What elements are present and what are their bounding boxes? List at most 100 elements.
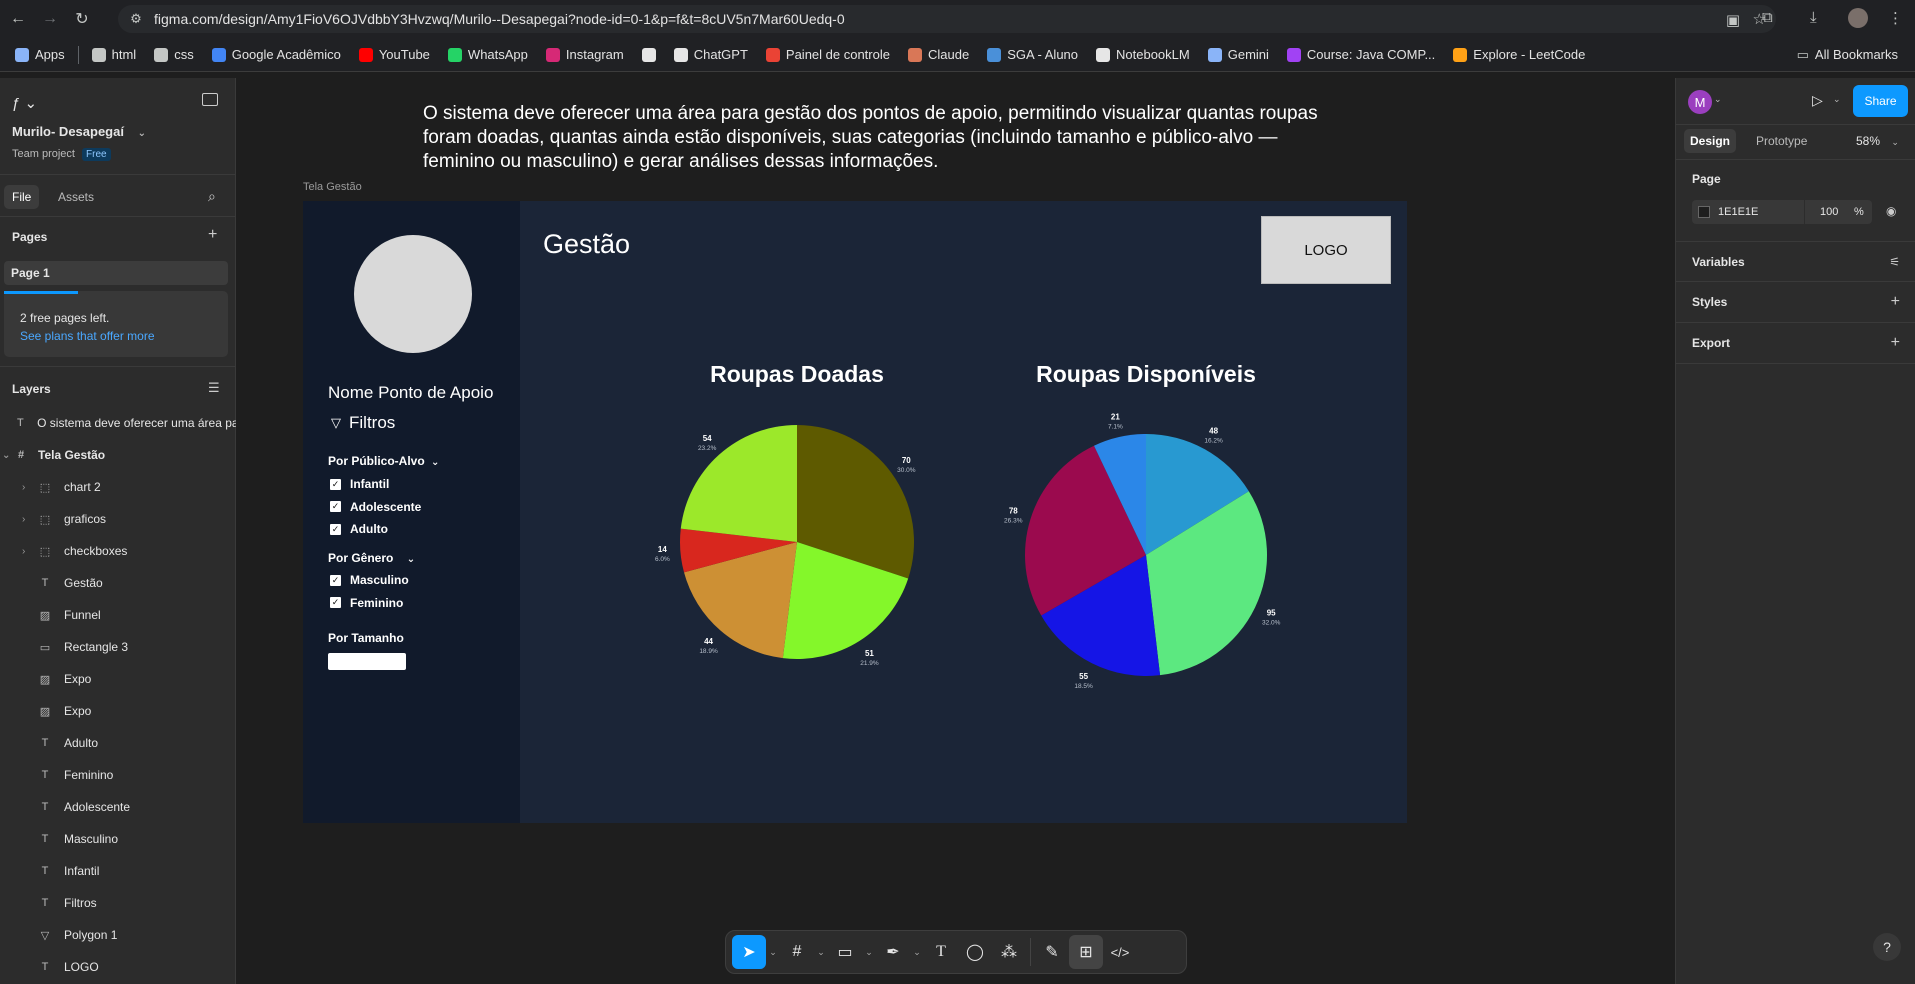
layer-item[interactable]: T Masculino xyxy=(0,823,236,855)
page-color-field[interactable]: 1E1E1E 100 % xyxy=(1692,200,1872,224)
layer-item[interactable]: T Filtros xyxy=(0,887,236,919)
site-settings-icon[interactable]: ⚙ xyxy=(124,11,148,27)
design-mode-icon[interactable]: ⊞ xyxy=(1069,935,1103,969)
back-icon[interactable]: ← xyxy=(4,5,32,33)
layer-item[interactable]: ⌄ # Tela Gestão xyxy=(0,439,236,471)
figma-canvas[interactable]: O sistema deve oferecer uma área para ge… xyxy=(237,78,1675,984)
bookmark-item[interactable]: SGA - Aluno xyxy=(978,47,1087,62)
bookmark-item[interactable]: YouTube xyxy=(350,47,439,62)
bookmark-item[interactable]: WhatsApp xyxy=(439,47,537,62)
add-style-icon[interactable]: + xyxy=(1891,293,1900,311)
profile-avatar[interactable] xyxy=(1848,8,1868,28)
reload-icon[interactable]: ↻ xyxy=(68,5,96,33)
chevron-down-icon[interactable]: ⌄ xyxy=(1833,94,1841,105)
variables-section[interactable]: Variables ⚟ xyxy=(1676,241,1915,282)
bookmark-item[interactable]: css xyxy=(145,47,203,62)
chevron-down-icon[interactable]: ⌄ xyxy=(862,935,876,969)
chevron-down-icon[interactable]: ⌄ xyxy=(814,935,828,969)
layer-item[interactable]: T Feminino xyxy=(0,759,236,791)
tab-file[interactable]: File xyxy=(4,185,40,209)
layer-item[interactable]: › ⬚ graficos xyxy=(0,503,236,535)
chevron-down-icon[interactable]: ⌄ xyxy=(910,935,924,969)
bookmark-item[interactable]: Apps xyxy=(6,47,74,62)
zoom-select[interactable]: 58% ⌄ xyxy=(1856,134,1899,148)
bookmark-item[interactable]: Explore - LeetCode xyxy=(1444,47,1594,62)
chevron-icon[interactable]: › xyxy=(22,514,36,525)
tab-design[interactable]: Design xyxy=(1684,129,1737,153)
draw-mode-icon[interactable]: ✎ xyxy=(1035,935,1069,969)
bookmark-item[interactable]: ChatGPT xyxy=(665,47,757,62)
bookmark-item[interactable]: Claude xyxy=(899,47,978,62)
dev-mode-icon[interactable]: </> xyxy=(1103,935,1137,969)
layer-item[interactable]: T Adolescente xyxy=(0,791,236,823)
pen-tool-icon[interactable]: ✒ xyxy=(876,935,910,969)
chevron-icon[interactable]: ⌄ xyxy=(2,450,12,461)
layer-item[interactable]: ▨ Funnel xyxy=(0,599,236,631)
address-bar[interactable]: ⚙ figma.com/design/Amy1FioV6OJVdbbY3Hvzw… xyxy=(118,5,1776,33)
folder-icon xyxy=(91,47,106,62)
play-icon[interactable]: ▷ xyxy=(1812,92,1823,109)
add-page-icon[interactable]: + xyxy=(208,226,217,244)
figma-menu-icon[interactable]: ƒ ⌄ xyxy=(12,94,37,112)
text-tool-icon[interactable]: T xyxy=(924,935,958,969)
sidebar-toggle-icon[interactable] xyxy=(202,93,218,106)
search-icon[interactable]: ⌕ xyxy=(208,188,216,205)
layer-item[interactable]: T Infantil xyxy=(0,855,236,887)
chevron-down-icon[interactable]: ⌄ xyxy=(766,935,780,969)
forward-icon[interactable]: → xyxy=(36,5,64,33)
frame-label[interactable]: Tela Gestão xyxy=(303,181,362,193)
chevron-icon[interactable]: › xyxy=(22,482,36,493)
bookmark-item[interactable]: Painel de controle xyxy=(757,47,899,62)
see-plans-link[interactable]: See plans that offer more xyxy=(20,329,155,343)
comment-tool-icon[interactable]: ◯ xyxy=(958,935,992,969)
extensions-icon[interactable]: ⧉ xyxy=(1762,9,1773,26)
frame-tool-icon[interactable]: # xyxy=(780,935,814,969)
layer-item[interactable]: ▨ Expo xyxy=(0,663,236,695)
slice-value-label: 70 xyxy=(902,456,911,465)
rectangle-tool-icon[interactable]: ▭ xyxy=(828,935,862,969)
install-icon[interactable]: ▣ xyxy=(1726,11,1740,29)
layers-list-icon[interactable]: ☰ xyxy=(208,380,220,396)
chevron-down-icon[interactable]: ⌄ xyxy=(1714,94,1722,105)
layer-item[interactable]: ▨ Expo xyxy=(0,695,236,727)
layer-item[interactable]: T O sistema deve oferecer uma área par xyxy=(0,407,236,439)
actions-tool-icon[interactable]: ⁂ xyxy=(992,935,1026,969)
export-section[interactable]: Export + xyxy=(1676,323,1915,364)
description-text[interactable]: O sistema deve oferecer uma área para ge… xyxy=(423,102,1323,174)
bookmark-item[interactable]: Gemini xyxy=(1199,47,1278,62)
layer-item[interactable]: › ⬚ checkboxes xyxy=(0,535,236,567)
move-tool-icon[interactable]: ➤ xyxy=(732,935,766,969)
layer-name: Masculino xyxy=(64,832,119,846)
layer-item[interactable]: ▽ Polygon 1 xyxy=(0,919,236,951)
tab-assets[interactable]: Assets xyxy=(50,185,102,209)
layer-item[interactable]: ▭ Rectangle 3 xyxy=(0,631,236,663)
user-avatar[interactable]: M xyxy=(1688,90,1712,114)
help-button[interactable]: ? xyxy=(1873,933,1901,961)
bookmark-item[interactable] xyxy=(633,47,665,62)
bookmark-item[interactable]: NotebookLM xyxy=(1087,47,1199,62)
eye-icon[interactable]: ◉ xyxy=(1886,204,1896,218)
all-bookmarks[interactable]: ▭ All Bookmarks xyxy=(1788,47,1907,63)
color-swatch[interactable] xyxy=(1698,206,1710,218)
styles-section[interactable]: Styles + xyxy=(1676,282,1915,323)
project-name[interactable]: Murilo- Desapegaí ⌄ xyxy=(12,124,146,139)
layer-item[interactable]: T LOGO xyxy=(0,951,236,983)
plan-badge[interactable]: Free xyxy=(82,148,111,161)
bookmark-item[interactable]: Google Acadêmico xyxy=(203,47,350,62)
tab-prototype[interactable]: Prototype xyxy=(1750,129,1813,153)
add-export-icon[interactable]: + xyxy=(1891,334,1900,352)
layer-item[interactable]: T Adulto xyxy=(0,727,236,759)
share-button[interactable]: Share xyxy=(1853,85,1908,117)
layer-item[interactable]: › ⬚ chart 2 xyxy=(0,471,236,503)
bookmark-item[interactable]: html xyxy=(83,47,146,62)
page-item-page-1[interactable]: Page 1 xyxy=(4,261,228,285)
chevron-icon[interactable]: › xyxy=(22,546,36,557)
sliders-icon[interactable]: ⚟ xyxy=(1889,255,1900,269)
layer-item[interactable]: T Gestão xyxy=(0,567,236,599)
menu-icon[interactable]: ⋮ xyxy=(1888,9,1903,27)
page-section-title: Page xyxy=(1692,172,1721,186)
bookmark-item[interactable]: Course: Java COMP... xyxy=(1278,47,1444,62)
bookmark-item[interactable]: Instagram xyxy=(537,47,633,62)
frame-tela-gestao[interactable]: Nome Ponto de Apoio ▽ Filtros Por Públic… xyxy=(303,201,1407,823)
downloads-icon[interactable]: ⤓ xyxy=(1810,9,1817,26)
